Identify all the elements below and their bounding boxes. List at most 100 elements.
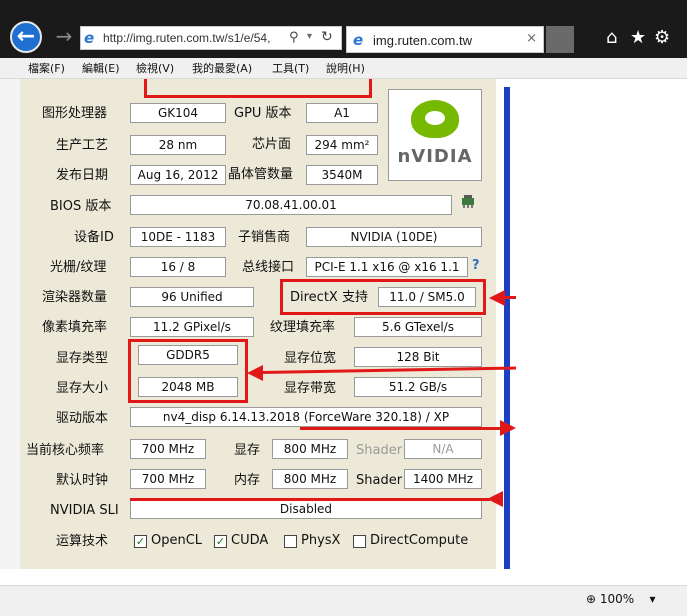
zoom-dropdown-icon[interactable]: ▾ bbox=[649, 592, 655, 606]
bus-width-value: 128 Bit bbox=[354, 347, 482, 367]
home-icon[interactable]: ⌂ bbox=[606, 26, 617, 50]
arrow-driver-head bbox=[500, 420, 516, 436]
zoom-icon: ⊕ bbox=[586, 592, 597, 606]
revision-value: A1 bbox=[306, 103, 378, 123]
menu-help[interactable]: 說明(H) bbox=[326, 60, 365, 76]
bus-interface-value: PCI-E 1.1 x16 @ x16 1.1 bbox=[306, 257, 468, 277]
cuda-check-icon: ✓ bbox=[215, 535, 226, 548]
search-icon[interactable]: ⚲ bbox=[289, 30, 299, 45]
browser-tab[interactable]: e img.ruten.com.tw × bbox=[346, 26, 544, 53]
arrow-directx bbox=[503, 296, 516, 299]
menu-favorites[interactable]: 我的最愛(A) bbox=[192, 60, 252, 76]
gpu-core-label: 图形处理器 bbox=[42, 106, 108, 121]
nvidia-logo: nVIDIA bbox=[388, 89, 482, 181]
help-question-icon[interactable]: ? bbox=[472, 258, 480, 273]
default-memory-value: 800 MHz bbox=[272, 469, 348, 489]
status-bar: ⊕ 100% ▾ bbox=[0, 585, 687, 616]
bandwidth-value: 51.2 GB/s bbox=[354, 377, 482, 397]
back-arrow-icon: ← bbox=[16, 24, 36, 49]
transistors-value: 3540M bbox=[306, 165, 378, 185]
cuda-label: CUDA bbox=[231, 533, 269, 548]
memory-clock-label: 显存 bbox=[234, 443, 261, 458]
physx-label: PhysX bbox=[301, 533, 341, 548]
shaders-value: 96 Unified bbox=[130, 287, 254, 307]
favorites-star-icon[interactable]: ★ bbox=[630, 26, 646, 50]
address-bar[interactable]: e http://img.ruten.com.tw/s1/e/54, ⚲ ▾ ↻ bbox=[80, 26, 342, 50]
driver-label: 驱动版本 bbox=[56, 411, 109, 426]
menu-tools[interactable]: 工具(T) bbox=[272, 60, 309, 76]
directcompute-checkbox[interactable] bbox=[353, 535, 366, 548]
memory-size-label: 显存大小 bbox=[56, 381, 109, 396]
driver-value: nv4_disp 6.14.13.2018 (ForceWare 320.18)… bbox=[130, 407, 482, 427]
opencl-label: OpenCL bbox=[151, 533, 203, 548]
arrow-sli bbox=[130, 498, 490, 501]
rops-tmus-value: 16 / 8 bbox=[130, 257, 226, 277]
refresh-icon[interactable]: ↻ bbox=[321, 29, 333, 45]
bus-interface-label: 总线接口 bbox=[242, 260, 295, 275]
die-size-label: 芯片面 bbox=[252, 137, 292, 152]
device-id-value: 10DE - 1183 bbox=[130, 227, 226, 247]
tab-ie-icon: e bbox=[353, 31, 364, 49]
arrow-driver bbox=[300, 427, 500, 430]
default-shader-value: 1400 MHz bbox=[404, 469, 482, 489]
menu-view[interactable]: 檢視(V) bbox=[136, 60, 174, 76]
opencl-check-icon: ✓ bbox=[135, 535, 146, 548]
gpu-clock-value: 700 MHz bbox=[130, 439, 206, 459]
bandwidth-label: 显存带宽 bbox=[284, 381, 337, 396]
subvendor-label: 子销售商 bbox=[238, 230, 291, 245]
back-button[interactable]: ← bbox=[10, 21, 42, 53]
shader-clock-value: N/A bbox=[404, 439, 482, 459]
menu-file[interactable]: 檔案(F) bbox=[28, 60, 65, 76]
texture-fillrate-label: 纹理填充率 bbox=[270, 320, 336, 335]
zoom-level: 100% bbox=[599, 592, 635, 606]
pixel-fillrate-label: 像素填充率 bbox=[42, 320, 108, 335]
memory-type-value: GDDR5 bbox=[138, 345, 238, 365]
gpu-info-panel: 图形处理器 GK104 GPU 版本 A1 生产工艺 28 nm 芯片面 294… bbox=[20, 79, 496, 569]
bus-width-label: 显存位宽 bbox=[284, 351, 337, 366]
menu-edit[interactable]: 編輯(E) bbox=[82, 60, 120, 76]
save-bios-chip-icon[interactable] bbox=[460, 194, 476, 208]
nvidia-eye-icon bbox=[411, 100, 459, 138]
sli-value: Disabled bbox=[130, 499, 482, 519]
tab-close-icon[interactable]: × bbox=[526, 31, 537, 46]
subvendor-value: NVIDIA (10DE) bbox=[306, 227, 482, 247]
gpu-clock-label: 当前核心频率 bbox=[26, 443, 105, 458]
new-tab-button[interactable] bbox=[546, 26, 574, 53]
gpu-core-value: GK104 bbox=[130, 103, 226, 123]
browser-title-bar: ← → e http://img.ruten.com.tw/s1/e/54, ⚲… bbox=[0, 0, 687, 58]
process-label: 生产工艺 bbox=[56, 138, 109, 153]
tab-title: img.ruten.com.tw bbox=[373, 33, 472, 48]
shaders-label: 渲染器数量 bbox=[42, 290, 108, 305]
rops-tmus-label: 光栅/纹理 bbox=[50, 260, 107, 275]
menu-bar: 檔案(F) 編輯(E) 檢視(V) 我的最愛(A) 工具(T) 說明(H) bbox=[0, 58, 687, 79]
gear-icon[interactable]: ⚙ bbox=[654, 26, 670, 50]
address-url[interactable]: http://img.ruten.com.tw/s1/e/54, bbox=[103, 31, 283, 45]
default-clock-label: 默认时钟 bbox=[56, 473, 109, 488]
default-memory-label: 内存 bbox=[234, 473, 261, 488]
device-id-label: 设备ID bbox=[74, 230, 114, 245]
left-margin bbox=[0, 79, 20, 569]
memory-size-value: 2048 MB bbox=[138, 377, 238, 397]
opencl-checkbox[interactable]: ✓ bbox=[134, 535, 147, 548]
dropdown-icon[interactable]: ▾ bbox=[307, 31, 312, 42]
cuda-checkbox[interactable]: ✓ bbox=[214, 535, 227, 548]
die-size-value: 294 mm² bbox=[306, 135, 378, 155]
texture-fillrate-value: 5.6 GTexel/s bbox=[354, 317, 482, 337]
directcompute-label: DirectCompute bbox=[370, 533, 469, 548]
forward-button[interactable]: → bbox=[54, 26, 74, 46]
nvidia-logo-text: nVIDIA bbox=[397, 146, 473, 167]
highlight-box-name bbox=[144, 79, 372, 98]
directx-value: 11.0 / SM5.0 bbox=[378, 287, 476, 307]
zoom-control[interactable]: ⊕ 100% ▾ bbox=[586, 592, 656, 606]
transistors-label: 晶体管数量 bbox=[228, 167, 294, 182]
arrow-sli-head bbox=[487, 491, 503, 507]
default-shader-label: Shader bbox=[356, 473, 403, 488]
memory-type-label: 显存类型 bbox=[56, 351, 109, 366]
bios-label: BIOS 版本 bbox=[50, 199, 112, 214]
process-value: 28 nm bbox=[130, 135, 226, 155]
default-clock-value: 700 MHz bbox=[130, 469, 206, 489]
memory-clock-value: 800 MHz bbox=[272, 439, 348, 459]
forward-arrow-icon: → bbox=[55, 24, 73, 48]
directx-label: DirectX 支持 bbox=[290, 290, 368, 305]
physx-checkbox[interactable] bbox=[284, 535, 297, 548]
